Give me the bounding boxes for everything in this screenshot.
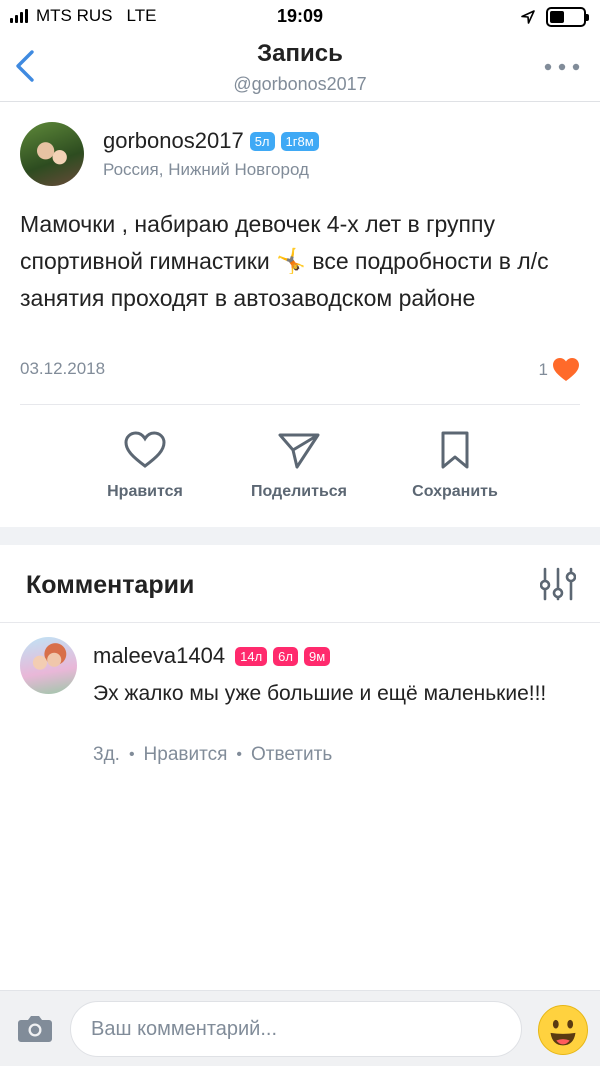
- location-arrow-icon: [521, 10, 535, 24]
- separator-dot: •: [236, 746, 242, 763]
- comment-author-row: maleeva1404 14л 6л 9м: [93, 643, 331, 669]
- nav-bar: Запись @gorbonos2017: [0, 34, 600, 102]
- page-title: Запись: [257, 40, 343, 67]
- post-text: Мамочки , набираю девочек 4-х лет в груп…: [20, 206, 580, 317]
- post-date: 03.12.2018: [20, 359, 106, 378]
- age-badge: 14л: [235, 646, 268, 666]
- divider: [0, 622, 600, 623]
- like-button[interactable]: Нравится: [65, 426, 225, 501]
- age-badge: 1г8м: [280, 131, 319, 151]
- heart-outline-icon: [124, 431, 166, 468]
- share-button[interactable]: Поделиться: [219, 426, 379, 501]
- comment-input[interactable]: [70, 1001, 522, 1057]
- camera-icon[interactable]: [17, 1013, 53, 1043]
- page-subtitle: @gorbonos2017: [233, 74, 367, 94]
- section-separator: [0, 527, 600, 545]
- like-counter[interactable]: 1: [539, 357, 580, 383]
- author-avatar[interactable]: [20, 122, 84, 186]
- comments-title: Комментарии: [26, 571, 195, 599]
- divider: [20, 404, 580, 405]
- smiley-emoji-icon[interactable]: [538, 1005, 588, 1055]
- age-badge: 6л: [273, 646, 298, 666]
- more-dots-icon[interactable]: [544, 62, 580, 72]
- share-label: Поделиться: [250, 483, 348, 500]
- age-badge: 5л: [249, 131, 275, 151]
- comment-author[interactable]: maleeva1404: [93, 643, 225, 669]
- status-time: 19:09: [276, 6, 324, 26]
- comment-reply-button[interactable]: Ответить: [251, 744, 332, 766]
- post-actions: Нравится Поделиться Сохранить: [0, 426, 600, 516]
- comment-like-button[interactable]: Нравится: [144, 744, 228, 766]
- status-bar: MTS RUS LTE 19:09: [0, 0, 600, 34]
- filter-sliders-icon[interactable]: [540, 566, 576, 602]
- like-label: Нравится: [107, 483, 183, 500]
- bookmark-icon: [441, 431, 469, 469]
- battery-icon: [546, 7, 589, 27]
- author-name[interactable]: gorbonos2017: [103, 128, 244, 154]
- save-label: Сохранить: [412, 483, 498, 500]
- comment-text: Эх жалко мы уже большие и ещё маленькие!…: [93, 682, 547, 705]
- gymnast-emoji-icon: 🤸: [276, 248, 306, 275]
- comment-composer: [0, 990, 600, 1066]
- heart-filled-icon: [553, 358, 579, 381]
- like-count: 1: [538, 360, 548, 379]
- commenter-avatar[interactable]: [20, 637, 77, 694]
- author-row: gorbonos2017 5л 1г8м: [103, 128, 319, 154]
- separator-dot: •: [128, 746, 135, 763]
- comment-time: 3д.: [93, 744, 120, 765]
- save-button[interactable]: Сохранить: [375, 426, 535, 501]
- status-right: [520, 7, 589, 27]
- author-location: Россия, Нижний Новгород: [103, 160, 309, 179]
- age-badge: 9м: [303, 646, 331, 666]
- comment-meta: 3д. • Нравится • Ответить: [93, 744, 332, 766]
- share-send-icon: [278, 433, 320, 469]
